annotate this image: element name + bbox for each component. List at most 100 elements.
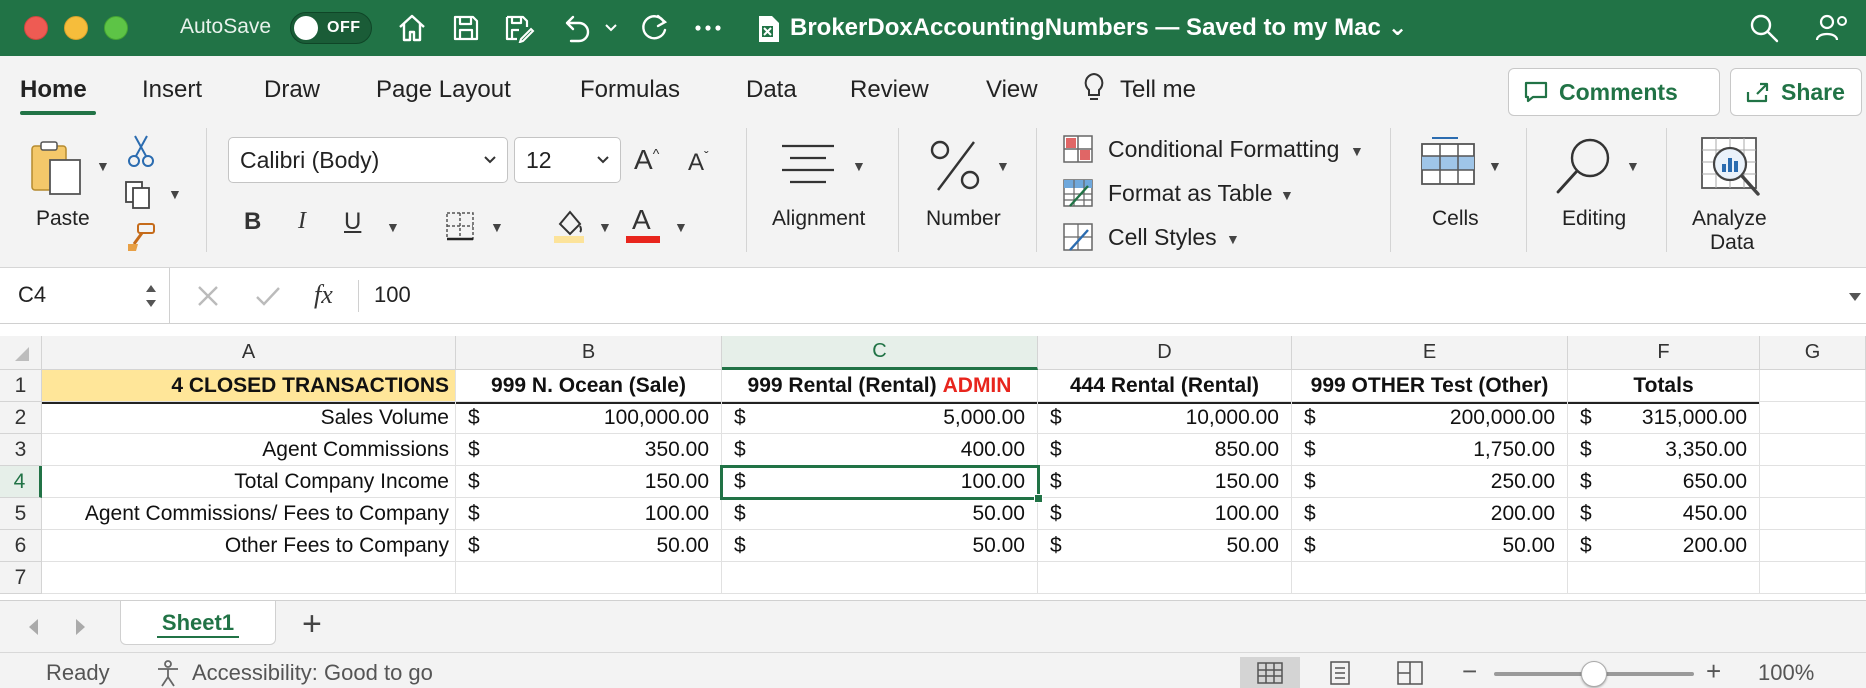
autosave-toggle[interactable]: OFF [290, 12, 372, 44]
tab-draw[interactable]: Draw [264, 76, 320, 104]
tab-review[interactable]: Review [850, 76, 929, 104]
cell-c2[interactable]: $5,000.00 [722, 402, 1038, 434]
cell-a5[interactable]: Agent Commissions/ Fees to Company [42, 498, 456, 530]
cell-a1[interactable]: 4 CLOSED TRANSACTIONS [42, 370, 456, 402]
italic-button[interactable]: I [298, 208, 306, 235]
row-header-1[interactable]: 1 [0, 370, 42, 402]
zoom-level[interactable]: 100% [1758, 660, 1814, 686]
cell-d6[interactable]: $50.00 [1038, 530, 1292, 562]
row-header-7[interactable]: 7 [0, 562, 42, 594]
cell-e4[interactable]: $250.00 [1292, 466, 1568, 498]
tab-data[interactable]: Data [746, 76, 797, 104]
formula-input[interactable]: 100 [374, 282, 411, 308]
cell-e6[interactable]: $50.00 [1292, 530, 1568, 562]
cell-g7[interactable] [1760, 562, 1866, 594]
select-all-corner[interactable] [0, 336, 42, 370]
account-settings-icon[interactable] [1812, 8, 1852, 48]
cell-a3[interactable]: Agent Commissions [42, 434, 456, 466]
cell-e2[interactable]: $200,000.00 [1292, 402, 1568, 434]
save-as-icon[interactable] [500, 8, 538, 48]
paste-icon[interactable] [28, 138, 88, 203]
add-sheet-button[interactable]: + [302, 605, 322, 644]
cell-d2[interactable]: $10,000.00 [1038, 402, 1292, 434]
zoom-in-button[interactable]: + [1706, 656, 1721, 687]
minimize-window-button[interactable] [64, 16, 88, 40]
cell-b1[interactable]: 999 N. Ocean (Sale) [456, 370, 722, 402]
cell-b7[interactable] [456, 562, 722, 594]
share-button[interactable]: Share [1730, 68, 1862, 116]
fill-handle[interactable] [1034, 494, 1043, 503]
tab-home[interactable]: Home [20, 76, 87, 104]
cell-e3[interactable]: $1,750.00 [1292, 434, 1568, 466]
conditional-formatting-chevron-down-icon[interactable]: ▼ [1350, 143, 1364, 159]
more-icon[interactable] [690, 8, 726, 48]
tab-insert[interactable]: Insert [142, 76, 202, 104]
confirm-formula-icon[interactable] [254, 284, 282, 308]
zoom-out-button[interactable]: − [1462, 656, 1477, 687]
cell-f7[interactable] [1568, 562, 1760, 594]
tab-view[interactable]: View [986, 76, 1038, 104]
cells-icon[interactable] [1418, 134, 1478, 195]
undo-icon[interactable] [556, 8, 596, 48]
cell-a4[interactable]: Total Company Income [42, 466, 456, 498]
percent-icon[interactable] [928, 136, 984, 199]
column-header-g[interactable]: G [1760, 336, 1866, 370]
normal-view-button[interactable] [1240, 657, 1300, 688]
insert-function-icon[interactable]: fx [314, 280, 333, 310]
expand-formula-bar-icon[interactable] [1848, 292, 1862, 302]
cell-c1[interactable]: 999 Rental (Rental) ADMIN [722, 370, 1038, 402]
name-box[interactable]: C4 [0, 268, 170, 324]
column-header-b[interactable]: B [456, 336, 722, 370]
tab-page-layout[interactable]: Page Layout [376, 76, 511, 104]
cell-a6[interactable]: Other Fees to Company [42, 530, 456, 562]
cell-f4[interactable]: $650.00 [1568, 466, 1760, 498]
conditional-formatting-button[interactable]: Conditional Formatting [1108, 136, 1339, 163]
cancel-formula-icon[interactable] [196, 284, 220, 308]
underline-button[interactable]: U [344, 208, 361, 236]
borders-icon[interactable] [444, 210, 476, 247]
cell-b4[interactable]: $150.00 [456, 466, 722, 498]
page-layout-view-button[interactable] [1310, 657, 1370, 688]
bold-button[interactable]: B [244, 208, 261, 236]
format-as-table-button[interactable]: Format as Table [1108, 180, 1272, 207]
paste-chevron-down-icon[interactable]: ▼ [96, 158, 110, 174]
save-icon[interactable] [448, 8, 484, 48]
document-title[interactable]: BrokerDoxAccountingNumbers — Saved to my… [790, 13, 1408, 42]
cell-a7[interactable] [42, 562, 456, 594]
cell-d3[interactable]: $850.00 [1038, 434, 1292, 466]
fill-color-chevron-down-icon[interactable]: ▼ [598, 219, 612, 235]
close-window-button[interactable] [24, 16, 48, 40]
cell-b2[interactable]: $100,000.00 [456, 402, 722, 434]
cell-styles-button[interactable]: Cell Styles [1108, 224, 1217, 251]
tab-formulas[interactable]: Formulas [580, 76, 680, 104]
cell-g2[interactable] [1760, 402, 1866, 434]
font-color-chevron-down-icon[interactable]: ▼ [674, 219, 688, 235]
cell-b3[interactable]: $350.00 [456, 434, 722, 466]
maximize-window-button[interactable] [104, 16, 128, 40]
cell-f6[interactable]: $200.00 [1568, 530, 1760, 562]
cell-c7[interactable] [722, 562, 1038, 594]
cut-icon[interactable] [126, 132, 156, 173]
analyze-data-icon[interactable] [1698, 134, 1764, 205]
cell-a2[interactable]: Sales Volume [42, 402, 456, 434]
cell-f2[interactable]: $315,000.00 [1568, 402, 1760, 434]
cell-styles-chevron-down-icon[interactable]: ▼ [1226, 231, 1240, 247]
borders-chevron-down-icon[interactable]: ▼ [490, 219, 504, 235]
cell-f3[interactable]: $3,350.00 [1568, 434, 1760, 466]
column-header-c[interactable]: C [722, 336, 1038, 370]
accessibility-status[interactable]: Accessibility: Good to go [192, 660, 433, 686]
underline-chevron-down-icon[interactable]: ▼ [386, 219, 400, 235]
editing-chevron-down-icon[interactable]: ▼ [1626, 158, 1640, 174]
column-header-d[interactable]: D [1038, 336, 1292, 370]
tab-tell-me[interactable]: Tell me [1120, 76, 1196, 104]
editing-search-icon[interactable] [1552, 134, 1616, 203]
cell-f5[interactable]: $450.00 [1568, 498, 1760, 530]
column-header-f[interactable]: F [1568, 336, 1760, 370]
format-painter-icon[interactable] [124, 220, 158, 259]
page-break-view-button[interactable] [1380, 657, 1440, 688]
cell-g1[interactable] [1760, 370, 1866, 402]
font-name-select[interactable]: Calibri (Body) [228, 137, 508, 183]
cell-f1[interactable]: Totals [1568, 370, 1760, 402]
scroll-sheets-right-icon[interactable] [74, 617, 88, 637]
row-header-5[interactable]: 5 [0, 498, 42, 530]
